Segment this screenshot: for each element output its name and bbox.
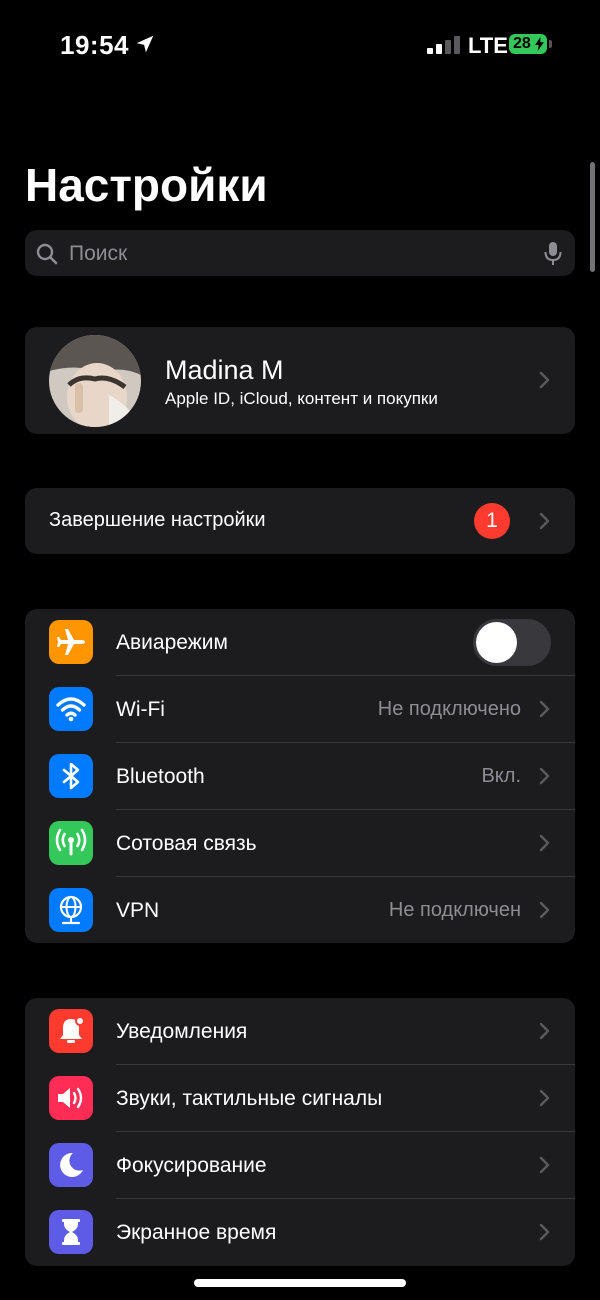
home-indicator[interactable] [194,1279,406,1287]
profile-subtitle: Apple ID, iCloud, контент и покупки [165,389,438,408]
search-icon [36,243,58,265]
chevron-right-icon [539,1089,550,1107]
notifications-group: Уведомления Звуки, тактильные сигналы Фо… [25,998,575,1266]
chevron-right-icon [539,834,550,852]
vpn-icon [49,888,93,932]
row-label: Сотовая связь [116,832,257,855]
cellular-icon [49,821,93,865]
settings-row-cellular[interactable]: Сотовая связь [25,810,575,877]
chevron-right-icon [539,371,550,389]
status-time: 19:54 [60,30,129,60]
settings-row-bluetooth[interactable]: Bluetooth Вкл. [25,743,575,810]
row-label: Экранное время [116,1221,277,1244]
battery-indicator: 28 [509,34,547,54]
hourglass-icon [49,1210,93,1254]
settings-row-notifications[interactable]: Уведомления [25,998,575,1065]
row-label: Авиарежим [116,631,228,654]
chevron-right-icon [539,767,550,785]
settings-row-wifi[interactable]: Wi-Fi Не подключено [25,676,575,743]
page-title: Настройки [25,159,268,211]
chevron-right-icon [539,901,550,919]
chevron-right-icon [539,1156,550,1174]
airplane-mode-toggle[interactable] [473,619,551,666]
row-value: Не подключено [377,698,521,720]
settings-row-airplane-mode[interactable]: Авиарежим [25,609,575,676]
battery-cap [549,40,552,48]
network-type: LTE [468,33,508,58]
bell-icon [49,1009,93,1053]
toggle-knob [476,622,517,663]
battery-level: 28 [513,35,531,52]
row-value: Вкл. [481,765,521,787]
chevron-right-icon [539,512,550,530]
signal-strength-icon [427,36,460,54]
row-label: Фокусирование [116,1154,267,1177]
chevron-right-icon [539,1223,550,1241]
connectivity-group: Авиарежим Wi-Fi Не подключено Bluetooth … [25,609,575,943]
location-arrow-icon [136,35,154,53]
chevron-right-icon [539,1022,550,1040]
speaker-icon [49,1076,93,1120]
settings-row-screen-time[interactable]: Экранное время [25,1199,575,1266]
row-label: Звуки, тактильные сигналы [116,1087,383,1110]
finish-setup-label: Завершение настройки [49,509,266,531]
notification-badge: 1 [474,503,510,539]
search-bar[interactable] [25,230,575,278]
avatar [49,335,141,427]
apple-id-profile-card[interactable]: Madina M Apple ID, iCloud, контент и пок… [25,327,575,434]
profile-name: Madina M [165,355,284,385]
row-label: VPN [116,899,160,922]
row-value: Не подключен [388,899,521,921]
microphone-icon[interactable] [543,241,563,267]
row-label: Bluetooth [116,765,205,788]
settings-row-vpn[interactable]: VPN Не подключен [25,877,575,943]
finish-setup-row[interactable]: Завершение настройки 1 [25,488,575,554]
wifi-icon [49,687,93,731]
chevron-right-icon [539,700,550,718]
settings-row-focus[interactable]: Фокусирование [25,1132,575,1199]
airplane-icon [49,620,93,664]
settings-row-sounds[interactable]: Звуки, тактильные сигналы [25,1065,575,1132]
moon-icon [49,1143,93,1187]
status-bar: 19:54 LTE 28 [0,0,600,90]
row-label: Wi-Fi [116,698,165,721]
row-label: Уведомления [116,1020,248,1043]
bluetooth-icon [49,754,93,798]
scroll-indicator[interactable] [590,162,595,272]
charging-bolt-icon [535,37,544,51]
search-input[interactable] [67,230,531,278]
